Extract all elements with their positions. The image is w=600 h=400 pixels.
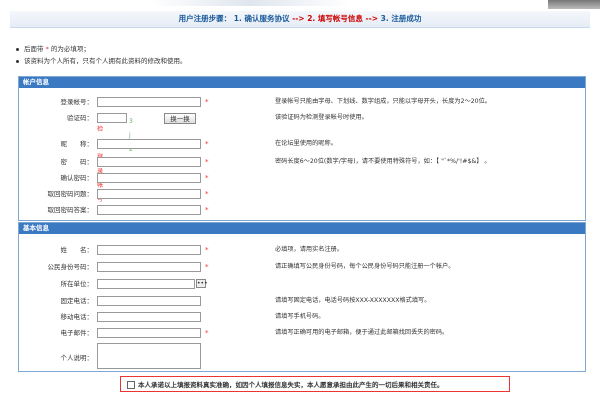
name-hint: 必填项，请用实名注册。 [275, 246, 344, 253]
required-star-icon: * [205, 190, 209, 198]
landline-input[interactable] [97, 296, 201, 306]
step-register-success: 3. 注册成功 [380, 14, 422, 23]
nickname-input[interactable] [97, 139, 201, 149]
step-confirm-agreement: 1. 确认服务协议 [233, 14, 290, 23]
email-hint: 请填写正确可用的电子邮箱，便于通过此邮箱找回丢失的密码。 [275, 329, 449, 336]
label-landline: 固定电话： [60, 297, 94, 305]
landline-hint: 请填写固定电话，电话号码按XXX-XXXXXXX格式填写。 [275, 297, 431, 304]
steps-label: 用户注册步骤： [178, 14, 232, 23]
banner-photo [548, 0, 600, 9]
label-email: 电子邮件： [60, 329, 94, 337]
security-question-input[interactable] [97, 189, 201, 199]
label-security-answer: 取回密码答案： [47, 206, 94, 214]
label-confirm-password: 确认密码： [60, 174, 94, 182]
required-star-icon: * [205, 98, 209, 106]
label-organization: 所在单位： [60, 280, 94, 288]
label-security-question: 取回密码问题： [47, 190, 94, 198]
basic-info-section: 基本信息 姓 名： * 必填项，请用实名注册。 公民身份号码： * 请正确填写公… [18, 222, 586, 372]
agreement-text: 本人承诺以上填报资料真实准确，如因个人填报信息失实，本人愿意承担由此产生的一切后… [138, 381, 444, 389]
section-title-account: 帐户信息 [19, 77, 585, 88]
label-login-account: 登录帐号： [60, 98, 94, 106]
required-star-icon: * [205, 263, 209, 271]
required-star-icon: * [45, 45, 49, 53]
form-notes: 后面带 * 的为必填项； 该资料为个人所有，只有个人拥有此资料的修改和使用。 [16, 43, 187, 67]
top-banner-strip [0, 0, 600, 9]
label-mobile: 移动电话： [60, 313, 94, 321]
required-star-icon: * [205, 140, 209, 148]
required-star-icon: * [205, 174, 209, 182]
login-account-input[interactable] [97, 97, 201, 107]
bullet-icon [16, 47, 19, 51]
captcha-input[interactable] [97, 113, 127, 123]
required-star-icon: * [205, 158, 209, 166]
nickname-hint: 在论坛里使用的昵称。 [275, 140, 337, 147]
section-title-basic: 基本信息 [19, 223, 585, 234]
banner-fade [150, 0, 350, 6]
label-captcha: 验证码： [67, 114, 93, 122]
step-arrow-1: --> [292, 14, 305, 23]
email-input[interactable] [97, 328, 201, 338]
agreement-checkbox[interactable] [127, 381, 135, 389]
agreement-statement: 本人承诺以上填报资料真实准确，如因个人填报信息失实，本人愿意承担由此产生的一切后… [120, 376, 510, 392]
organization-picker-button[interactable]: ••• [196, 279, 208, 288]
label-nickname: 昵 称： [60, 140, 94, 148]
label-id-number: 公民身份号码： [47, 263, 94, 271]
password-hint: 密码长度6～20位(数字/字母)，请不要使用特殊符号，如：【 "`*%/'!#$… [275, 158, 491, 165]
required-star-icon: * [205, 329, 209, 337]
step-fill-account-info: 2. 填写帐号信息 [307, 14, 363, 23]
name-input[interactable] [97, 245, 201, 255]
label-bio: 个人说明： [60, 354, 94, 362]
note-ownership: 该资料为个人所有，只有个人拥有此资料的修改和使用。 [16, 55, 187, 67]
note-required: 后面带 * 的为必填项； [16, 43, 187, 55]
id-number-input[interactable] [97, 262, 201, 272]
organization-input[interactable] [97, 279, 195, 289]
required-star-icon: * [205, 246, 209, 254]
mobile-hint: 请填写手机号码。 [275, 313, 325, 320]
captcha-hint: 该验证码为检测登录帐号时使用。 [275, 114, 368, 121]
confirm-password-input[interactable] [97, 173, 201, 183]
required-star-icon: * [205, 206, 209, 214]
password-input[interactable] [97, 157, 201, 167]
registration-steps-bar: 用户注册步骤： 1. 确认服务协议 --> 2. 填写帐号信息 --> 3. 注… [10, 11, 590, 28]
security-answer-input[interactable] [97, 205, 201, 215]
login-account-hint: 登录帐号只能由字母、下划线、数字组成，只能以字母开头，长度为2～20位。 [275, 98, 491, 105]
label-name: 姓 名： [60, 246, 94, 254]
step-arrow-2: --> [365, 14, 379, 23]
account-info-section: 帐户信息 登录帐号： * 登录帐号只能由字母、下划线、数字组成，只能以字母开头，… [18, 76, 586, 221]
bio-textarea[interactable] [97, 343, 201, 369]
mobile-input[interactable] [97, 312, 201, 322]
refresh-captcha-button[interactable]: 换一换 [164, 113, 196, 124]
id-number-hint: 请正确填写公民身份号码，每个公民身份号码只能注册一个帐户。 [275, 263, 455, 270]
label-password: 密 码： [60, 158, 94, 166]
bullet-icon [16, 59, 19, 63]
